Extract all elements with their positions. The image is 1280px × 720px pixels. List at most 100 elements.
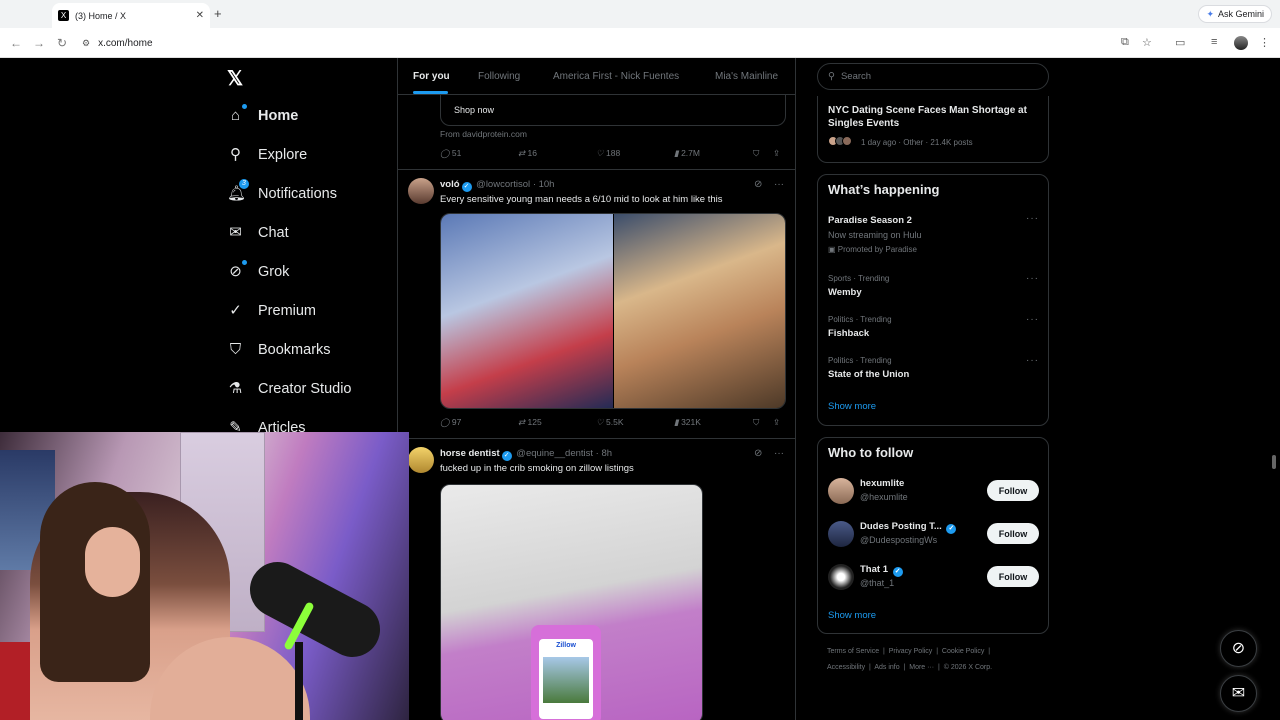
post-author-name[interactable]: horse dentist [440,448,500,459]
shop-now-link[interactable]: Shop now [454,105,494,115]
nav-grok[interactable]: ⊘ Grok [227,260,289,280]
share-icon[interactable]: ⇪ [773,148,780,159]
nav-creator-studio[interactable]: ⚗ Creator Studio [227,380,352,397]
post-time[interactable]: · 8h [596,448,612,459]
post-author-handle[interactable]: @lowcortisol [476,179,530,190]
more-footer-link[interactable]: More ··· [909,664,934,671]
x-logo-icon[interactable]: 𝕏 [227,66,243,91]
like-button[interactable]: ♡ 188 [596,148,620,159]
nav-premium[interactable]: ✓ Premium [227,302,316,319]
grok-post-icon[interactable]: ⊘ [754,448,762,459]
follow-button[interactable]: Follow [987,523,1039,544]
grok-fab-icon[interactable]: ⊘ [1220,630,1257,667]
notification-badge: 3 [239,179,249,189]
url-field[interactable]: ⚙ x.com/home [82,32,1162,54]
more-icon[interactable]: ··· [1026,355,1039,366]
post-media[interactable]: Zillow [440,484,703,720]
grok-icon: ⊘ [227,260,247,280]
post-image-left[interactable] [441,214,613,408]
bookmark-post-icon[interactable]: ⛉ [753,417,759,428]
more-icon[interactable]: ··· [774,179,784,190]
post-author-name[interactable]: voló [440,179,460,190]
ads-info-link[interactable]: Ads info [874,664,899,671]
views-icon: ▮ [674,417,679,427]
premium-check-icon: ✓ [229,302,242,319]
follow-button[interactable]: Follow [987,566,1039,587]
nav-bookmarks[interactable]: ⛉ Bookmarks [227,341,331,358]
back-icon[interactable]: ← [10,36,22,50]
avatar[interactable] [828,521,854,547]
forward-icon[interactable]: → [33,36,45,50]
follow-suggestion-name[interactable]: That 1 ✓ [860,564,905,577]
trend-name[interactable]: Fishback [828,328,869,339]
ad-source[interactable]: From davidprotein.com [440,129,527,139]
reload-icon[interactable]: ↻ [57,36,67,50]
more-icon[interactable]: ··· [1026,314,1039,325]
avatar[interactable] [408,178,434,204]
terms-link[interactable]: Terms of Service [827,648,879,655]
repost-button[interactable]: ⇄ 16 [518,148,537,159]
grok-post-icon[interactable]: ⊘ [754,179,762,190]
post-image-right[interactable] [614,214,785,408]
search-input[interactable]: ⚲ Search [817,63,1049,90]
streamer-face [85,527,140,597]
post-time[interactable]: · 10h [533,179,555,190]
trend-name[interactable]: State of the Union [828,369,909,380]
post-author-handle[interactable]: @equine__dentist [516,448,593,459]
privacy-link[interactable]: Privacy Policy [889,648,933,655]
bookmark-star-icon[interactable]: ☆ [1142,36,1152,49]
nav-notifications[interactable]: 🔔︎ 3 Notifications [227,179,337,202]
follow-button[interactable]: Follow [987,480,1039,501]
avatar[interactable] [408,447,434,473]
messages-fab-icon[interactable]: ✉ [1220,675,1257,712]
side-panel-icon[interactable]: ▭ [1175,36,1185,49]
show-more-trends-link[interactable]: Show more [828,401,876,412]
browser-tab[interactable]: X (3) Home / X ✕ [52,3,210,28]
tab-mias-mainline[interactable]: Mia's Mainline [715,71,778,82]
menu-kebab-icon[interactable]: ⋮ [1259,36,1270,49]
post-media[interactable] [440,213,786,409]
cookie-link[interactable]: Cookie Policy [942,648,984,655]
ask-gemini-button[interactable]: ✦ Ask Gemini [1198,5,1272,23]
tab-america-first[interactable]: America First - Nick Fuentes [553,71,679,82]
like-button[interactable]: ♡ 5.5K [596,417,624,428]
tab-for-you[interactable]: For you [413,71,450,82]
nav-explore[interactable]: ⚲ Explore [227,146,307,163]
promoted-trend-name[interactable]: Paradise Season 2 [828,215,912,226]
follow-suggestion-handle[interactable]: @DudespostingWs [860,535,937,545]
avatar[interactable] [828,564,854,590]
accessibility-link[interactable]: Accessibility [827,664,865,671]
more-icon[interactable]: ··· [774,448,784,459]
bookmark-post-icon[interactable]: ⛉ [753,148,759,159]
new-tab-button[interactable]: + [214,6,222,21]
show-more-follow-link[interactable]: Show more [828,610,876,621]
scrollbar[interactable] [1272,455,1276,469]
reply-button[interactable]: ◯ 97 [440,417,461,428]
promoted-by: ▣ Promoted by Paradise [828,245,917,254]
views-button[interactable]: ▮ 321K [674,417,701,428]
more-icon[interactable]: ··· [1026,213,1039,224]
share-icon[interactable]: ⇪ [773,417,780,428]
avatar[interactable] [828,478,854,504]
nav-chat[interactable]: ✉ Chat [227,224,288,241]
follow-suggestion-name[interactable]: Dudes Posting T... ✓ [860,521,958,534]
verified-icon: ✓ [501,451,512,461]
news-title[interactable]: NYC Dating Scene Faces Man Shortage at S… [828,104,1038,130]
nav-home[interactable]: ⌂ Home [227,104,299,124]
more-icon[interactable]: ··· [1026,273,1039,284]
reading-list-icon[interactable]: ≡ [1211,36,1217,48]
follow-suggestion-handle[interactable]: @that_1 [860,578,894,588]
install-app-icon[interactable]: ⧉ [1121,36,1129,49]
follow-suggestion-name[interactable]: hexumlite [860,478,904,489]
site-settings-icon[interactable]: ⚙ [82,38,90,49]
follow-suggestion-name-text: Dudes Posting T... [860,521,942,532]
close-tab-icon[interactable]: ✕ [196,10,204,21]
reply-button[interactable]: ◯ 51 [440,148,461,159]
follow-suggestion-handle[interactable]: @hexumlite [860,492,908,502]
tab-following[interactable]: Following [478,71,520,82]
nav-home-label: Home [258,107,299,124]
profile-avatar[interactable] [1234,36,1248,50]
views-button[interactable]: ▮ 2.7M [674,148,700,159]
trend-name[interactable]: Wemby [828,287,862,298]
repost-button[interactable]: ⇄ 125 [518,417,542,428]
